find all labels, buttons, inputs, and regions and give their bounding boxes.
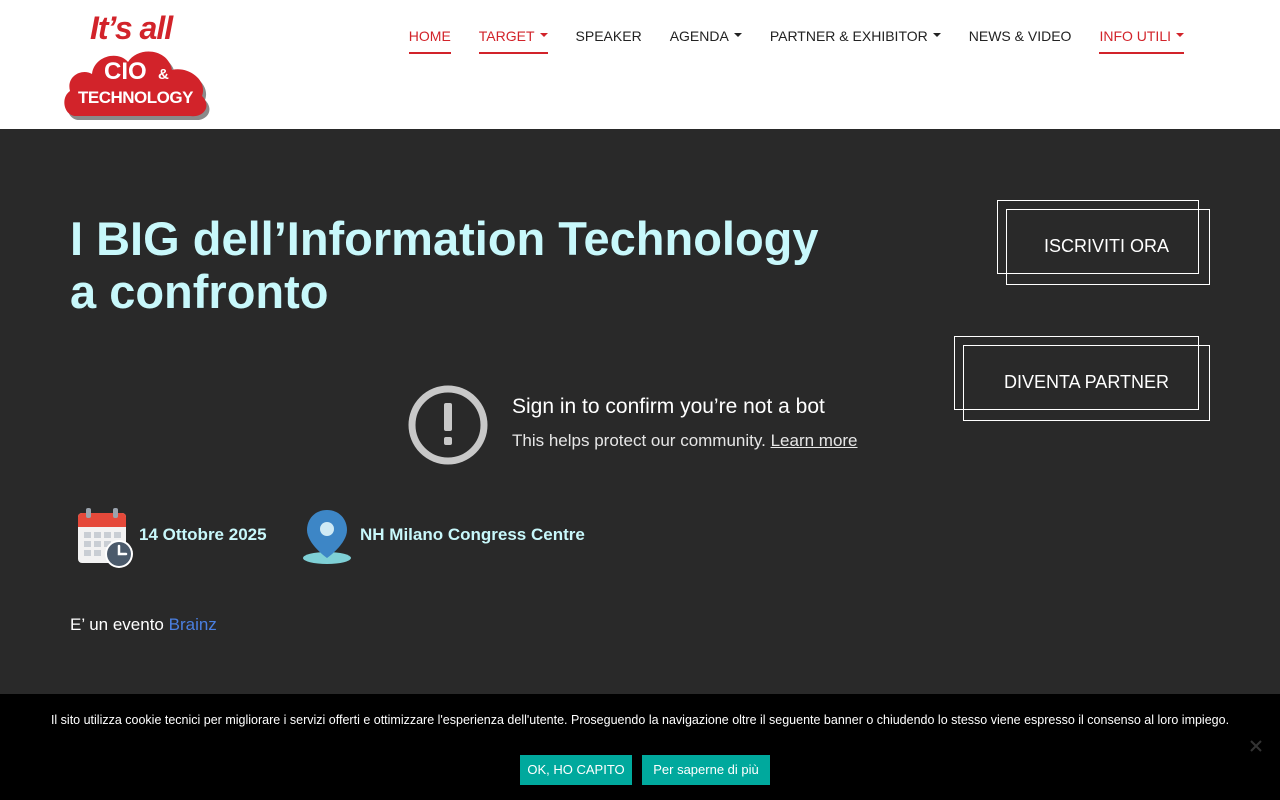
nav-item-home[interactable]: HOME bbox=[395, 28, 465, 54]
cookie-more-info-button[interactable]: Per saperne di più bbox=[642, 755, 770, 785]
caret-down-icon bbox=[932, 33, 941, 38]
brainz-link[interactable]: Brainz bbox=[169, 615, 217, 634]
location-pin-icon bbox=[303, 510, 351, 564]
nav-item-news-video[interactable]: NEWS & VIDEO bbox=[955, 28, 1086, 54]
event-date: 14 Ottobre 2025 bbox=[139, 525, 267, 544]
nav-item-info-utili[interactable]: INFO UTILI bbox=[1085, 28, 1198, 54]
site-logo[interactable]: It’s all CIO & TECHNOLOGY bbox=[62, 10, 212, 120]
video-notice-title: Sign in to confirm you’re not a bot bbox=[512, 395, 825, 418]
caret-down-icon bbox=[733, 33, 742, 38]
caret-down-icon bbox=[1176, 33, 1184, 38]
event-location: NH Milano Congress Centre bbox=[360, 525, 585, 544]
site-header: It’s all CIO & TECHNOLOGY HOME TARGET SP… bbox=[0, 0, 1280, 129]
nav-item-partner-exhibitor[interactable]: PARTNER & EXHIBITOR bbox=[756, 28, 955, 54]
organizer-line: E’ un evento Brainz bbox=[70, 615, 217, 634]
logo-amp-text: & bbox=[158, 66, 169, 83]
caret-down-icon bbox=[539, 33, 548, 38]
close-icon[interactable] bbox=[1248, 738, 1264, 754]
nav-item-target[interactable]: TARGET bbox=[465, 28, 562, 54]
become-partner-button[interactable]: DIVENTA PARTNER bbox=[954, 336, 1211, 422]
exclamation-circle-icon bbox=[408, 385, 488, 465]
cookie-notice-text: Il sito utilizza cookie tecnici per migl… bbox=[50, 713, 1230, 727]
video-notice-subtitle: This helps protect our community. Learn … bbox=[512, 431, 858, 450]
calendar-clock-icon bbox=[78, 508, 133, 568]
logo-cio-text: CIO bbox=[104, 58, 147, 85]
logo-technology-text: TECHNOLOGY bbox=[78, 88, 193, 107]
cookie-banner: Il sito utilizza cookie tecnici per migl… bbox=[0, 694, 1280, 800]
register-button[interactable]: ISCRIVITI ORA bbox=[997, 200, 1211, 286]
main-nav: HOME TARGET SPEAKER AGENDA PARTNER & EXH… bbox=[395, 28, 1198, 54]
cookie-accept-button[interactable]: OK, HO CAPITO bbox=[520, 755, 632, 785]
learn-more-link[interactable]: Learn more bbox=[771, 431, 858, 450]
nav-item-agenda[interactable]: AGENDA bbox=[656, 28, 756, 54]
nav-item-speaker[interactable]: SPEAKER bbox=[562, 28, 656, 54]
become-partner-button-label: DIVENTA PARTNER bbox=[1003, 372, 1169, 392]
register-button-label: ISCRIVITI ORA bbox=[1043, 236, 1169, 256]
hero-title: I BIG dell’Information Technology a conf… bbox=[70, 212, 819, 318]
